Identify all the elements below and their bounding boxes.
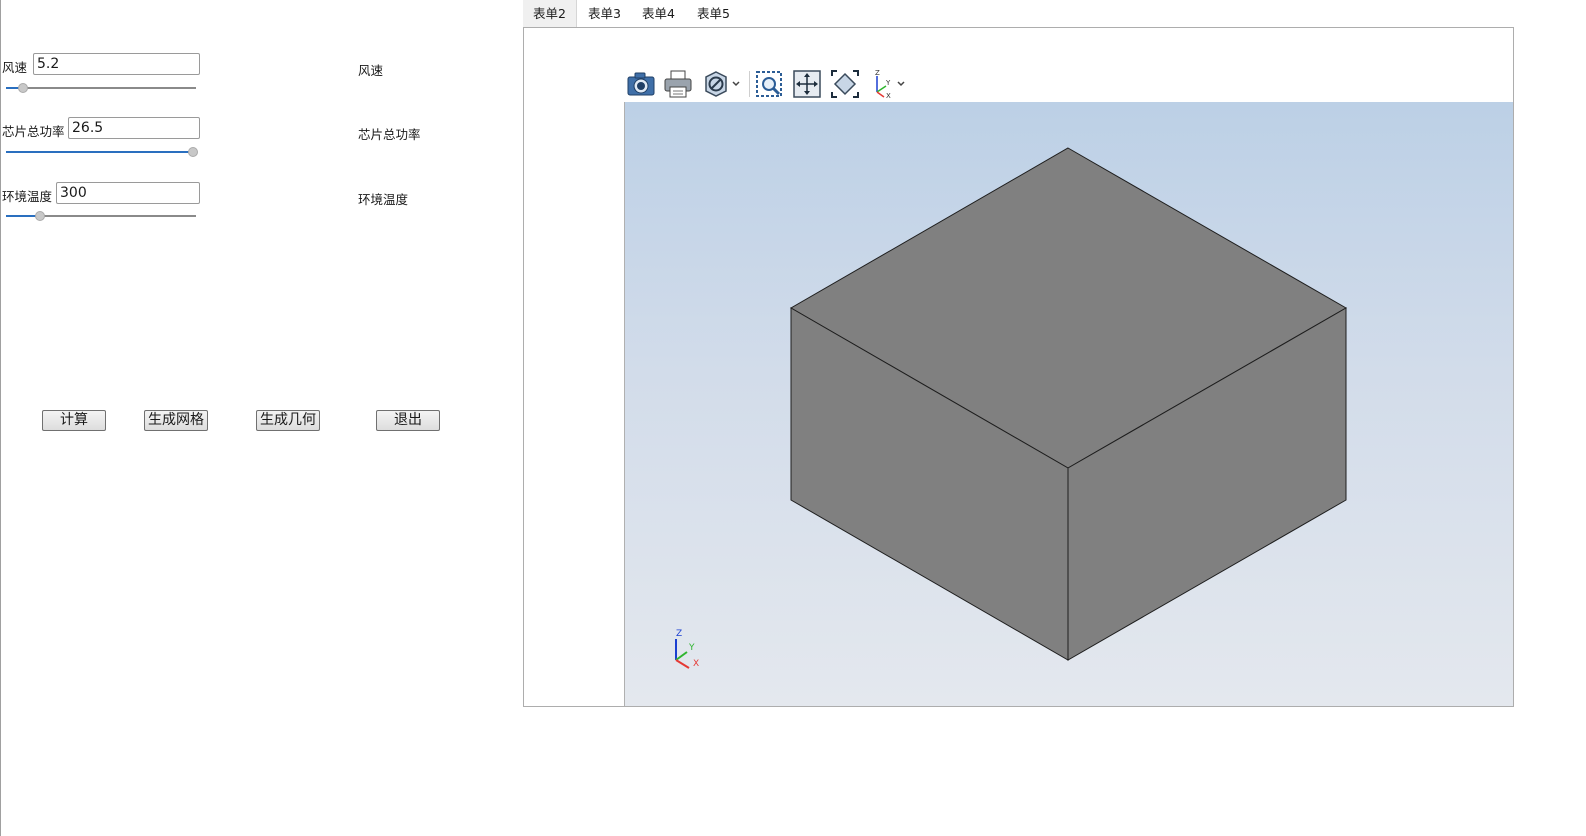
y-axis-line: [675, 651, 688, 661]
ambient-temp-slider[interactable]: [6, 209, 196, 223]
window-left-border: [0, 0, 1, 836]
viewer-toolbar: Z Y X: [625, 68, 925, 100]
tab-form4[interactable]: 表单4: [632, 0, 685, 27]
fit-all-icon[interactable]: [829, 68, 861, 100]
viewport-canvas: Z Y X: [675, 147, 1348, 669]
slider-thumb[interactable]: [35, 211, 46, 221]
x-axis-line: [675, 659, 690, 669]
svg-text:Z: Z: [875, 69, 880, 77]
slider-thumb[interactable]: [188, 147, 199, 157]
wind-speed-side-label: 风速: [358, 63, 384, 78]
ambient-temp-label: 环境温度: [2, 189, 53, 204]
3d-viewport[interactable]: Z Y X: [624, 102, 1513, 706]
display-mode-icon[interactable]: [701, 68, 745, 100]
view-axes-icon[interactable]: Z Y X: [868, 68, 912, 100]
chip-power-slider[interactable]: [6, 145, 199, 159]
slider-thumb[interactable]: [18, 83, 29, 93]
generate-geometry-button[interactable]: 生成几何: [256, 410, 320, 431]
compute-button[interactable]: 计算: [42, 410, 106, 431]
tab-bar: 表单2 表单3 表单4 表单5: [523, 0, 1515, 27]
chip-power-input[interactable]: [68, 117, 200, 139]
svg-text:Y: Y: [885, 79, 891, 87]
slider-fill: [6, 151, 194, 153]
ambient-temp-input[interactable]: [56, 182, 200, 204]
ambient-temp-side-label: 环境温度: [358, 192, 409, 207]
tab-form3[interactable]: 表单3: [578, 0, 631, 27]
print-icon[interactable]: [662, 68, 694, 100]
chip-power-side-label: 芯片总功率: [358, 127, 421, 142]
toolbar-separator: [749, 71, 750, 97]
exit-button[interactable]: 退出: [376, 410, 440, 431]
camera-icon[interactable]: [625, 68, 657, 100]
wind-speed-slider[interactable]: [6, 81, 196, 95]
y-axis-label: Y: [688, 643, 695, 653]
x-axis-label: X: [693, 659, 699, 669]
svg-text:X: X: [886, 92, 891, 100]
wind-speed-input[interactable]: [33, 53, 200, 75]
z-axis-label: Z: [676, 629, 682, 639]
axis-triad: Z Y X: [675, 629, 699, 669]
box-solid: [790, 147, 1348, 661]
wind-speed-label: 风速: [2, 60, 28, 75]
tab-form2[interactable]: 表单2: [523, 0, 577, 27]
generate-mesh-button[interactable]: 生成网格: [144, 410, 208, 431]
tab-form5[interactable]: 表单5: [687, 0, 740, 27]
slider-track: [6, 87, 196, 89]
zoom-box-icon[interactable]: [753, 68, 785, 100]
pan-icon[interactable]: [791, 68, 823, 100]
chip-power-label: 芯片总功率: [2, 124, 65, 139]
